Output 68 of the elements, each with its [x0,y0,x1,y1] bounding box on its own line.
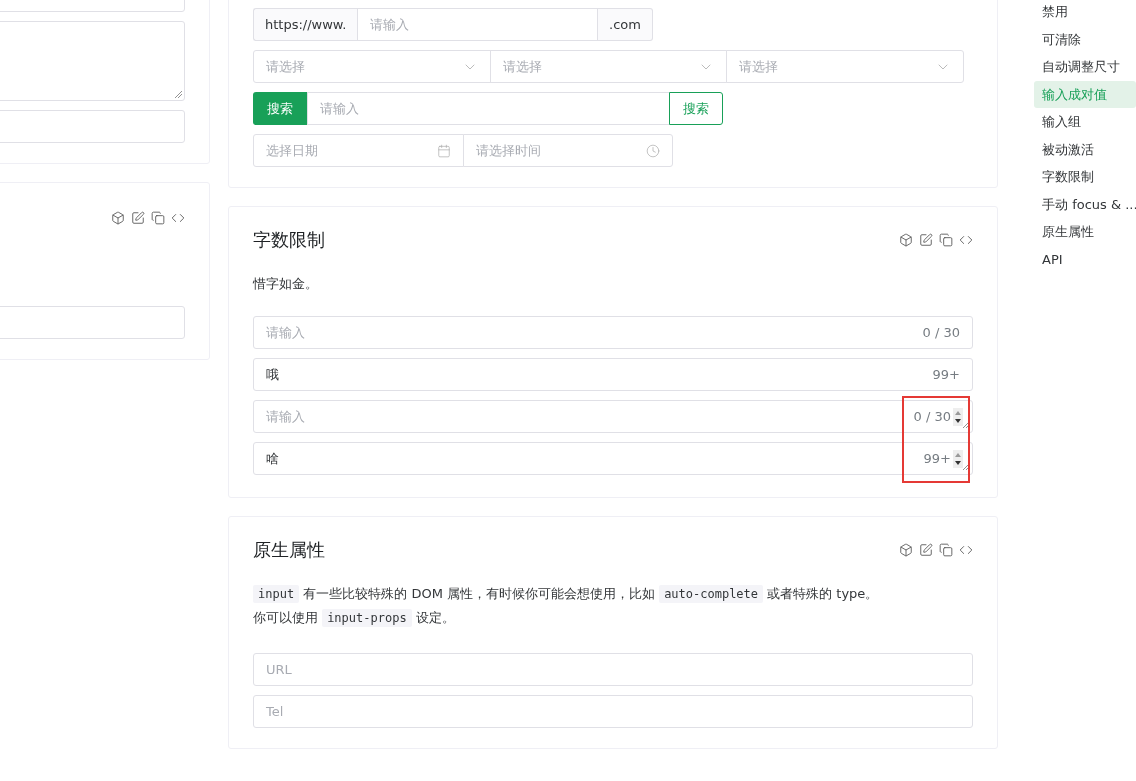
input-field[interactable]: 请输入 0 / 30 [253,400,973,433]
toc-link[interactable]: 原生属性 [1034,218,1136,246]
calendar-icon [436,143,451,158]
input-field[interactable]: 请输入 [307,92,669,125]
input-field[interactable]: 请输入 0 / 30 [253,316,973,349]
placeholder: 请输入 [266,407,306,426]
cube-icon[interactable] [899,233,913,247]
copy-icon[interactable] [939,233,953,247]
character-counter: 99+ [923,451,951,466]
placeholder: 请选择 [266,57,306,76]
character-counter: 0 / 30 [922,325,960,340]
placeholder: 请输入 [370,15,411,34]
toc-link[interactable]: API [1034,245,1136,273]
select-field[interactable]: 请选择 [726,50,964,83]
time-field[interactable]: 请选择时间 [462,134,673,167]
input-field[interactable]: Tel [253,695,973,728]
toc-link[interactable]: 自动调整尺寸 [1034,53,1136,81]
paragraph: input 有一些比较特殊的 DOM 属性，有时候你可能会想使用，比如 auto-complete 或者特殊的 type。 [253,582,973,606]
placeholder: 请选择 [739,57,780,76]
paragraph: 你可以使用 input-props 设定。 [253,608,456,629]
resize-handle-icon[interactable] [963,463,970,470]
code-icon[interactable] [959,543,973,557]
input-field[interactable]: URL [253,653,973,686]
placeholder: 选择日期 [266,141,319,160]
edit-icon[interactable] [131,211,145,225]
edit-icon[interactable] [919,233,933,247]
placeholder: URL [266,662,293,677]
toc-link[interactable]: 字数限制 [1034,163,1136,191]
character-counter: 0 / 30 [913,409,951,424]
input-field[interactable]: 哦 99+ [253,358,973,391]
append-label: .com [598,8,653,41]
clock-icon [646,143,660,158]
placeholder: Tel [266,704,285,719]
spinner-icon[interactable] [953,449,963,468]
toc-link[interactable]: 被动激活 [1034,135,1136,163]
code-icon[interactable] [171,211,185,225]
input-field[interactable]: 啥 99+ [253,442,973,475]
placeholder: 请输入 [266,323,306,342]
placeholder: 请输入 [320,99,360,118]
edit-icon[interactable] [919,543,933,557]
toc-link[interactable]: 禁用 [1034,0,1136,26]
section-title: 字数限制 [253,228,325,252]
cube-icon[interactable] [899,543,913,557]
toc-link[interactable]: 可清除 [1034,25,1136,53]
input-field[interactable]: 请输入 [357,8,599,41]
cube-icon[interactable] [111,211,125,225]
field-value: 啥 [266,449,280,468]
section-title: 原生属性 [253,538,325,562]
resize-handle-icon[interactable] [175,91,182,98]
select-field[interactable]: 请选择 [489,50,728,83]
section-description: 惜字如金。 [253,275,319,293]
copy-icon[interactable] [151,211,165,225]
search-button[interactable]: 搜索 [669,92,723,125]
toc-link[interactable]: 手动 focus & ... [1034,190,1136,218]
character-counter: 99+ [932,367,960,382]
spinner-icon[interactable] [953,407,963,426]
code-icon[interactable] [959,233,973,247]
search-button[interactable]: 搜索 [253,92,307,125]
placeholder: 请选择时间 [475,141,542,160]
select-field[interactable]: 请选择 [253,50,491,83]
date-field[interactable]: 选择日期 [253,134,464,167]
field-value: 哦 [266,365,280,384]
prepend-label: https://www. [253,8,358,41]
resize-handle-icon[interactable] [963,421,970,428]
placeholder: 请选择 [502,57,543,76]
toc-link[interactable]: 输入组 [1034,108,1136,136]
copy-icon[interactable] [939,543,953,557]
toc-link[interactable]: 输入成对值 [1034,80,1136,108]
